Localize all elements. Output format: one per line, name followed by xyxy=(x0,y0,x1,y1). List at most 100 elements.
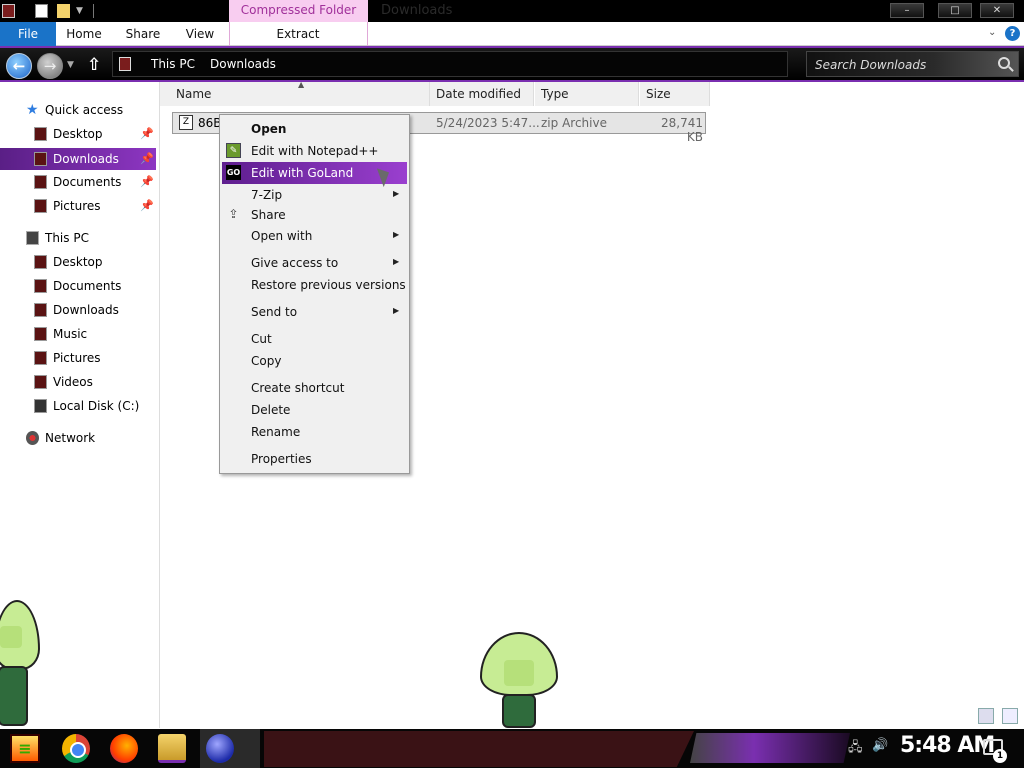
zip-file-icon: Z xyxy=(179,115,193,130)
menu-item-label: Properties xyxy=(251,452,312,466)
menu-item-7zip[interactable]: 7-Zip ▶ xyxy=(222,184,407,206)
new-folder-icon[interactable] xyxy=(57,4,70,18)
character-face xyxy=(0,626,22,648)
up-button[interactable]: ⇧ xyxy=(87,55,101,75)
app-icon[interactable] xyxy=(2,4,15,18)
volume-icon[interactable]: 🔊 xyxy=(872,738,888,753)
column-header-type[interactable]: Type xyxy=(535,82,639,106)
quick-access-toolbar-dropdown-icon[interactable]: ▼ xyxy=(76,6,83,16)
sidebar-item-this-pc[interactable]: This PC xyxy=(0,227,156,249)
tab-extract[interactable]: Extract xyxy=(262,22,334,46)
character-face xyxy=(504,660,534,686)
sidebar-item-videos[interactable]: Videos xyxy=(0,371,156,393)
sidebar-item-label: Videos xyxy=(53,375,93,389)
recent-locations-icon[interactable]: ▼ xyxy=(67,60,74,70)
sidebar-item-label: Desktop xyxy=(53,127,103,141)
firefox-icon[interactable] xyxy=(110,734,138,763)
sidebar-item-downloads[interactable]: Downloads xyxy=(0,299,156,321)
sort-ascending-icon: ▲ xyxy=(298,80,305,89)
chrome-icon[interactable] xyxy=(62,734,90,763)
column-header-size[interactable]: Size xyxy=(640,82,710,106)
submenu-arrow-icon: ▶ xyxy=(393,306,400,315)
menu-item-delete[interactable]: Delete xyxy=(222,399,407,421)
menu-item-edit-notepadpp[interactable]: ✎ Edit with Notepad++ xyxy=(222,140,407,162)
network-tray-icon[interactable]: 🖧 xyxy=(848,738,863,760)
menu-item-label: Open with xyxy=(251,229,313,243)
notification-badge: 1 xyxy=(993,749,1007,763)
documents-icon xyxy=(34,279,47,293)
sidebar-item-pictures[interactable]: Pictures 📌 xyxy=(0,195,156,217)
sidebar-item-downloads[interactable]: Downloads 📌 xyxy=(0,148,156,170)
start-button[interactable]: ≡ xyxy=(10,734,40,763)
menu-item-cut[interactable]: Cut xyxy=(222,328,407,350)
menu-item-rename[interactable]: Rename xyxy=(222,421,407,443)
character-body xyxy=(502,694,536,728)
explorer-window: ▼ Compressed Folder Tools Downloads – □ … xyxy=(0,0,1024,768)
column-header-date-modified[interactable]: Date modified xyxy=(430,82,534,106)
help-icon[interactable]: ? xyxy=(1005,26,1020,41)
menu-item-open[interactable]: Open xyxy=(222,118,407,140)
breadcrumb-downloads[interactable]: Downloads xyxy=(210,57,276,71)
back-button[interactable]: ← xyxy=(6,53,32,79)
sidebar-item-music[interactable]: Music xyxy=(0,323,156,345)
menu-item-label: Rename xyxy=(251,425,301,439)
downloads-icon xyxy=(34,303,47,317)
character-left-decoration xyxy=(0,600,46,728)
properties-icon[interactable] xyxy=(35,4,48,18)
breadcrumb[interactable]: This PC Downloads xyxy=(112,51,788,77)
menu-item-label: Share xyxy=(251,208,286,222)
address-bar: ← → ▼ ⇧ This PC Downloads Search Downloa… xyxy=(0,46,1024,82)
menu-item-give-access[interactable]: Give access to ▶ xyxy=(222,252,407,274)
menu-item-properties[interactable]: Properties xyxy=(222,448,407,470)
sidebar-item-label: Pictures xyxy=(53,199,101,213)
search-icon[interactable] xyxy=(998,57,1010,69)
minimize-button[interactable]: – xyxy=(890,3,924,18)
forward-button[interactable]: → xyxy=(37,53,63,79)
window-title: Downloads xyxy=(381,3,453,18)
network-icon xyxy=(26,431,39,445)
pin-icon: 📌 xyxy=(140,152,154,165)
sidebar-item-quick-access[interactable]: ★ Quick access xyxy=(0,99,156,121)
desktop-icon xyxy=(34,127,47,141)
menu-item-label: Delete xyxy=(251,403,291,417)
sidebar-item-local-disk[interactable]: Local Disk (C:) xyxy=(0,395,156,417)
menu-item-share[interactable]: ⇪ Share xyxy=(222,204,407,226)
sidebar-item-desktop[interactable]: Desktop xyxy=(0,251,156,273)
tab-view[interactable]: View xyxy=(180,22,220,46)
search-input[interactable]: Search Downloads xyxy=(806,51,1019,77)
ribbon-collapse-icon[interactable]: ⌄ xyxy=(988,27,996,38)
divider xyxy=(93,4,94,18)
close-button[interactable]: ✕ xyxy=(980,3,1014,18)
menu-item-label: Send to xyxy=(251,305,298,319)
column-header-name[interactable]: Name xyxy=(160,82,430,106)
large-icons-view-icon[interactable] xyxy=(1002,708,1018,724)
menu-item-create-shortcut[interactable]: Create shortcut xyxy=(222,377,407,399)
sidebar-item-label: This PC xyxy=(45,231,89,245)
clock[interactable]: 5:48 AM xyxy=(900,733,995,758)
tab-share[interactable]: Share xyxy=(120,22,166,46)
maximize-button[interactable]: □ xyxy=(938,3,972,18)
menu-item-restore-previous-versions[interactable]: Restore previous versions xyxy=(222,274,407,296)
tab-file[interactable]: File xyxy=(0,22,56,46)
submenu-arrow-icon: ▶ xyxy=(393,257,400,266)
notepadpp-icon: ✎ xyxy=(226,143,241,158)
breadcrumb-this-pc[interactable]: This PC xyxy=(151,57,195,71)
sidebar-item-desktop[interactable]: Desktop 📌 xyxy=(0,123,156,145)
share-icon: ⇪ xyxy=(228,207,239,221)
details-view-icon[interactable] xyxy=(978,708,994,724)
star-icon: ★ xyxy=(26,102,39,118)
submenu-arrow-icon: ▶ xyxy=(393,230,400,239)
sidebar-item-documents[interactable]: Documents xyxy=(0,275,156,297)
menu-item-copy[interactable]: Copy xyxy=(222,350,407,372)
sidebar-item-pictures[interactable]: Pictures xyxy=(0,347,156,369)
taskbar: ≡ 🖧 🔊 5:48 AM 1 xyxy=(0,729,1024,768)
menu-item-send-to[interactable]: Send to ▶ xyxy=(222,301,407,323)
app-ball-icon[interactable] xyxy=(206,734,234,763)
sidebar-item-documents[interactable]: Documents 📌 xyxy=(0,171,156,193)
file-explorer-icon[interactable] xyxy=(158,734,186,763)
pin-icon: 📌 xyxy=(140,199,154,212)
sidebar-item-network[interactable]: Network xyxy=(0,427,156,449)
tab-home[interactable]: Home xyxy=(60,22,108,46)
pin-icon: 📌 xyxy=(140,175,154,188)
menu-item-open-with[interactable]: Open with ▶ xyxy=(222,225,407,247)
